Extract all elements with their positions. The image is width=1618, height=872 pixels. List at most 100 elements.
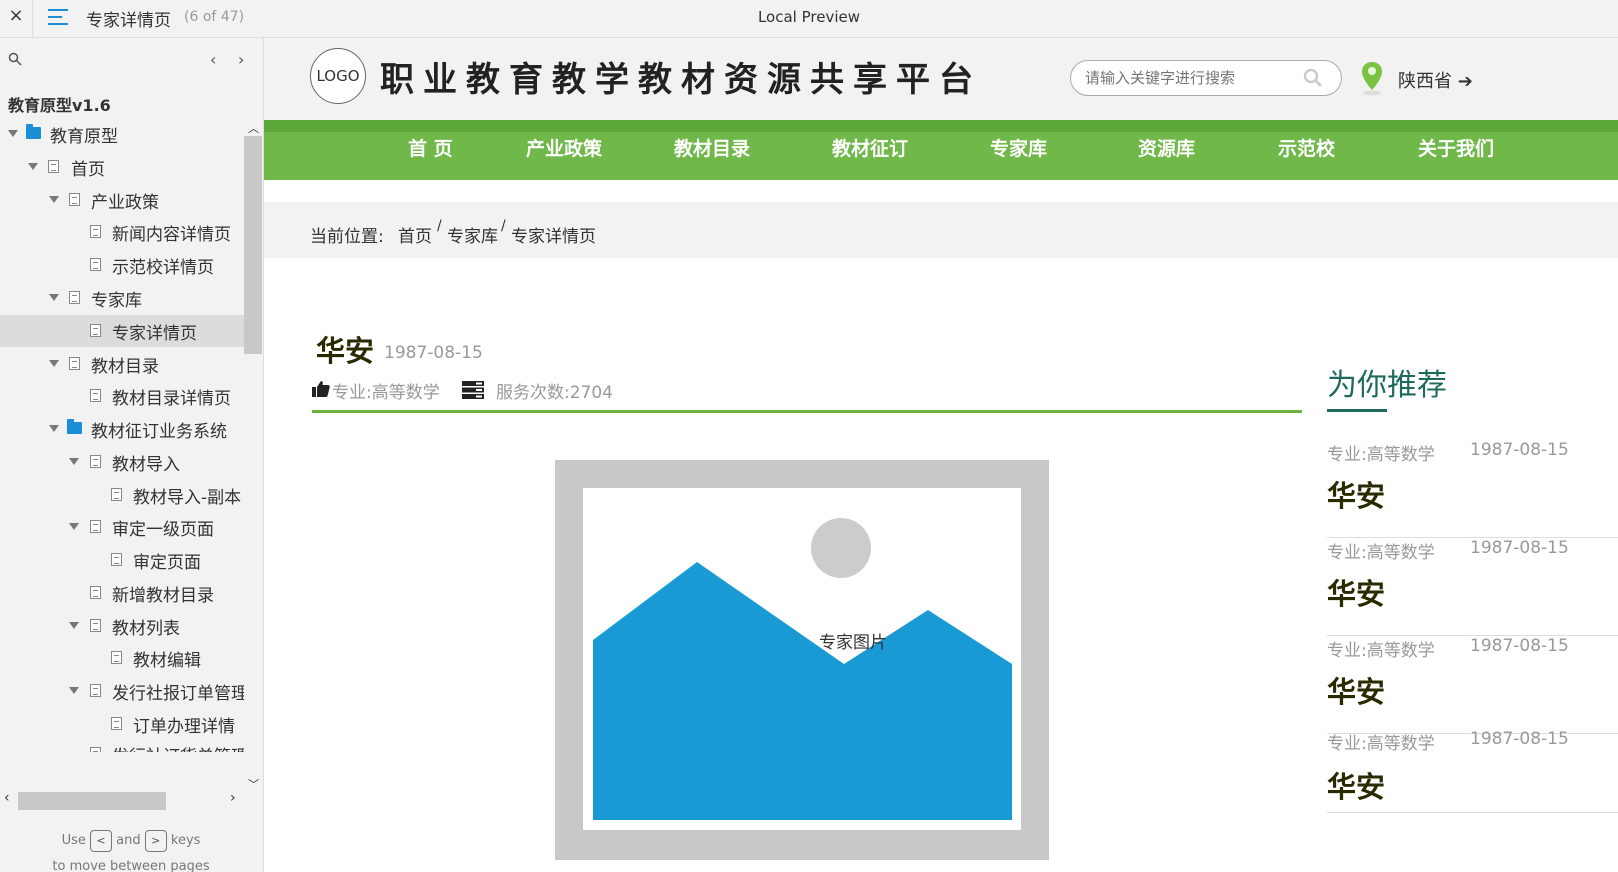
nav-item-resources[interactable]: 资源库 [1138, 134, 1195, 161]
tree-item[interactable]: 专家库 [0, 282, 244, 314]
recommend-item[interactable]: 专业:高等数学 1987-08-15 华安 [1327, 729, 1618, 813]
tree-item[interactable]: 示范校详情页 [0, 249, 244, 281]
nav-item-subscription[interactable]: 教材征订 [832, 134, 908, 161]
breadcrumb-home[interactable]: 首页 [398, 222, 432, 247]
tree-item[interactable]: 订单办理详情 [0, 708, 244, 740]
page-icon [48, 160, 59, 173]
recommend-item[interactable]: 专业:高等数学 1987-08-15 华安 [1327, 636, 1618, 734]
page-icon [90, 389, 101, 402]
photo-label: 专家图片 [819, 633, 887, 653]
prev-page-button[interactable]: ‹ [210, 50, 224, 69]
expand-arrow-icon[interactable] [8, 130, 18, 137]
scroll-left-icon[interactable]: ‹ [4, 790, 10, 806]
expand-arrow-icon[interactable] [49, 360, 59, 367]
tree-item-label: 教材导入 [112, 455, 180, 475]
expand-arrow-icon[interactable] [69, 687, 79, 694]
page-icon [111, 651, 122, 664]
search-box [1070, 60, 1342, 96]
nav-item-policy[interactable]: 产业政策 [526, 134, 602, 161]
location-label: 陕西省 [1398, 71, 1452, 92]
nav-item-model-schools[interactable]: 示范校 [1278, 134, 1335, 161]
site-title: 职业教育教学教材资源共享平台 [380, 60, 982, 100]
tree-item[interactable]: 新增教材目录 [0, 577, 244, 609]
nav-item-about[interactable]: 关于我们 [1418, 134, 1494, 161]
scrollbar-thumb[interactable] [244, 136, 262, 354]
expand-arrow-icon[interactable] [69, 523, 79, 530]
folder-icon [67, 419, 82, 434]
period-key-icon: > [144, 829, 167, 852]
nav-item-home[interactable]: 首 页 [408, 134, 453, 161]
page-icon [90, 324, 101, 337]
page-icon [69, 193, 80, 206]
tree-item[interactable]: 教育原型 [0, 118, 244, 150]
breadcrumb: 当前位置: 首页 / 专家库 / 专家详情页 [264, 202, 1618, 258]
page-icon [111, 717, 122, 730]
expert-photo-frame: 专家图片 [555, 460, 1049, 860]
image-placeholder-icon [593, 518, 1012, 820]
tree-item[interactable]: 新闻内容详情页 [0, 216, 244, 248]
tree-item[interactable]: 审定一级页面 [0, 511, 244, 543]
tree-item[interactable]: 教材目录 [0, 348, 244, 380]
page-icon [90, 586, 101, 599]
site-header: LOGO 职业教育教学教材资源共享平台 陕西省 ➔ [264, 38, 1618, 120]
tree-item-label: 新闻内容详情页 [112, 225, 231, 245]
tree-item-label: 教材目录详情页 [112, 389, 231, 409]
tree-item[interactable]: 教材列表 [0, 610, 244, 642]
tree-horizontal-scrollbar[interactable]: ‹ › [0, 790, 244, 810]
recommend-item[interactable]: 专业:高等数学 1987-08-15 华安 [1327, 440, 1618, 538]
scrollbar-thumb[interactable] [18, 792, 166, 810]
location-pin-icon [1362, 62, 1382, 96]
tree-item[interactable]: 首页 [0, 151, 244, 183]
expand-arrow-icon[interactable] [69, 622, 79, 629]
location-selector[interactable]: 陕西省 ➔ [1398, 67, 1473, 93]
scroll-down-icon[interactable]: ﹀ [248, 776, 259, 792]
scroll-right-icon[interactable]: › [230, 790, 236, 806]
tree-item-label: 专家库 [91, 291, 142, 311]
nav-item-catalog[interactable]: 教材目录 [674, 134, 750, 161]
recommend-name: 华安 [1327, 770, 1386, 804]
tree-item-label: 专家详情页 [112, 324, 197, 344]
expert-name: 华安 [316, 334, 375, 368]
nav-top-strip [264, 120, 1618, 132]
expand-arrow-icon[interactable] [28, 163, 38, 170]
tree-item-label: 产业政策 [91, 193, 159, 213]
breadcrumb-experts[interactable]: 专家库 [447, 222, 498, 247]
tree-item[interactable]: 产业政策 [0, 184, 244, 216]
tree-item[interactable]: 发行社订货单管理 [0, 738, 244, 752]
recommend-underline [1327, 409, 1387, 412]
site-logo[interactable]: LOGO [310, 48, 366, 104]
tree-item[interactable]: 教材征订业务系统 [0, 413, 244, 445]
search-input[interactable] [1085, 67, 1295, 89]
tree-item-label: 发行社订货单管理 [112, 742, 244, 752]
tree-item[interactable]: 教材目录详情页 [0, 380, 244, 412]
page-icon [90, 747, 101, 752]
recommend-name: 华安 [1327, 479, 1386, 513]
tree-vertical-scrollbar[interactable]: ︿ ﹀ [244, 120, 262, 792]
tree-item[interactable]: 教材导入 [0, 446, 244, 478]
scroll-up-icon[interactable]: ︿ [248, 120, 259, 136]
recommend-date: 1987-08-15 [1470, 440, 1569, 460]
tree-item-selected[interactable]: 专家详情页 [0, 315, 244, 347]
tree-item-label: 示范校详情页 [112, 258, 214, 278]
folder-icon [26, 124, 41, 139]
search-icon[interactable] [8, 52, 22, 66]
nav-item-experts[interactable]: 专家库 [990, 134, 1047, 161]
tree-item-label: 订单办理详情 [133, 717, 235, 737]
recommend-item[interactable]: 专业:高等数学 1987-08-15 华安 [1327, 538, 1618, 636]
tree-item[interactable]: 发行社报订单管理 [0, 675, 248, 707]
next-page-button[interactable]: › [238, 50, 252, 69]
breadcrumb-separator: / [501, 218, 506, 234]
tree-item[interactable]: 审定页面 [0, 544, 244, 576]
tree-item[interactable]: 教材导入-副本 [0, 479, 244, 511]
expand-arrow-icon[interactable] [49, 425, 59, 432]
expert-service-count: 服务次数:2704 [496, 383, 613, 403]
tree-item[interactable]: 教材编辑 [0, 642, 244, 674]
page-icon [111, 553, 122, 566]
expand-arrow-icon[interactable] [49, 196, 59, 203]
tree-item-label: 教材列表 [112, 619, 180, 639]
thumbs-up-icon [312, 381, 330, 397]
expand-arrow-icon[interactable] [69, 458, 79, 465]
search-icon[interactable] [1303, 68, 1323, 88]
expand-arrow-icon[interactable] [49, 294, 59, 301]
main-nav: 首 页 产业政策 教材目录 教材征订 专家库 资源库 示范校 关于我们 [264, 120, 1618, 180]
